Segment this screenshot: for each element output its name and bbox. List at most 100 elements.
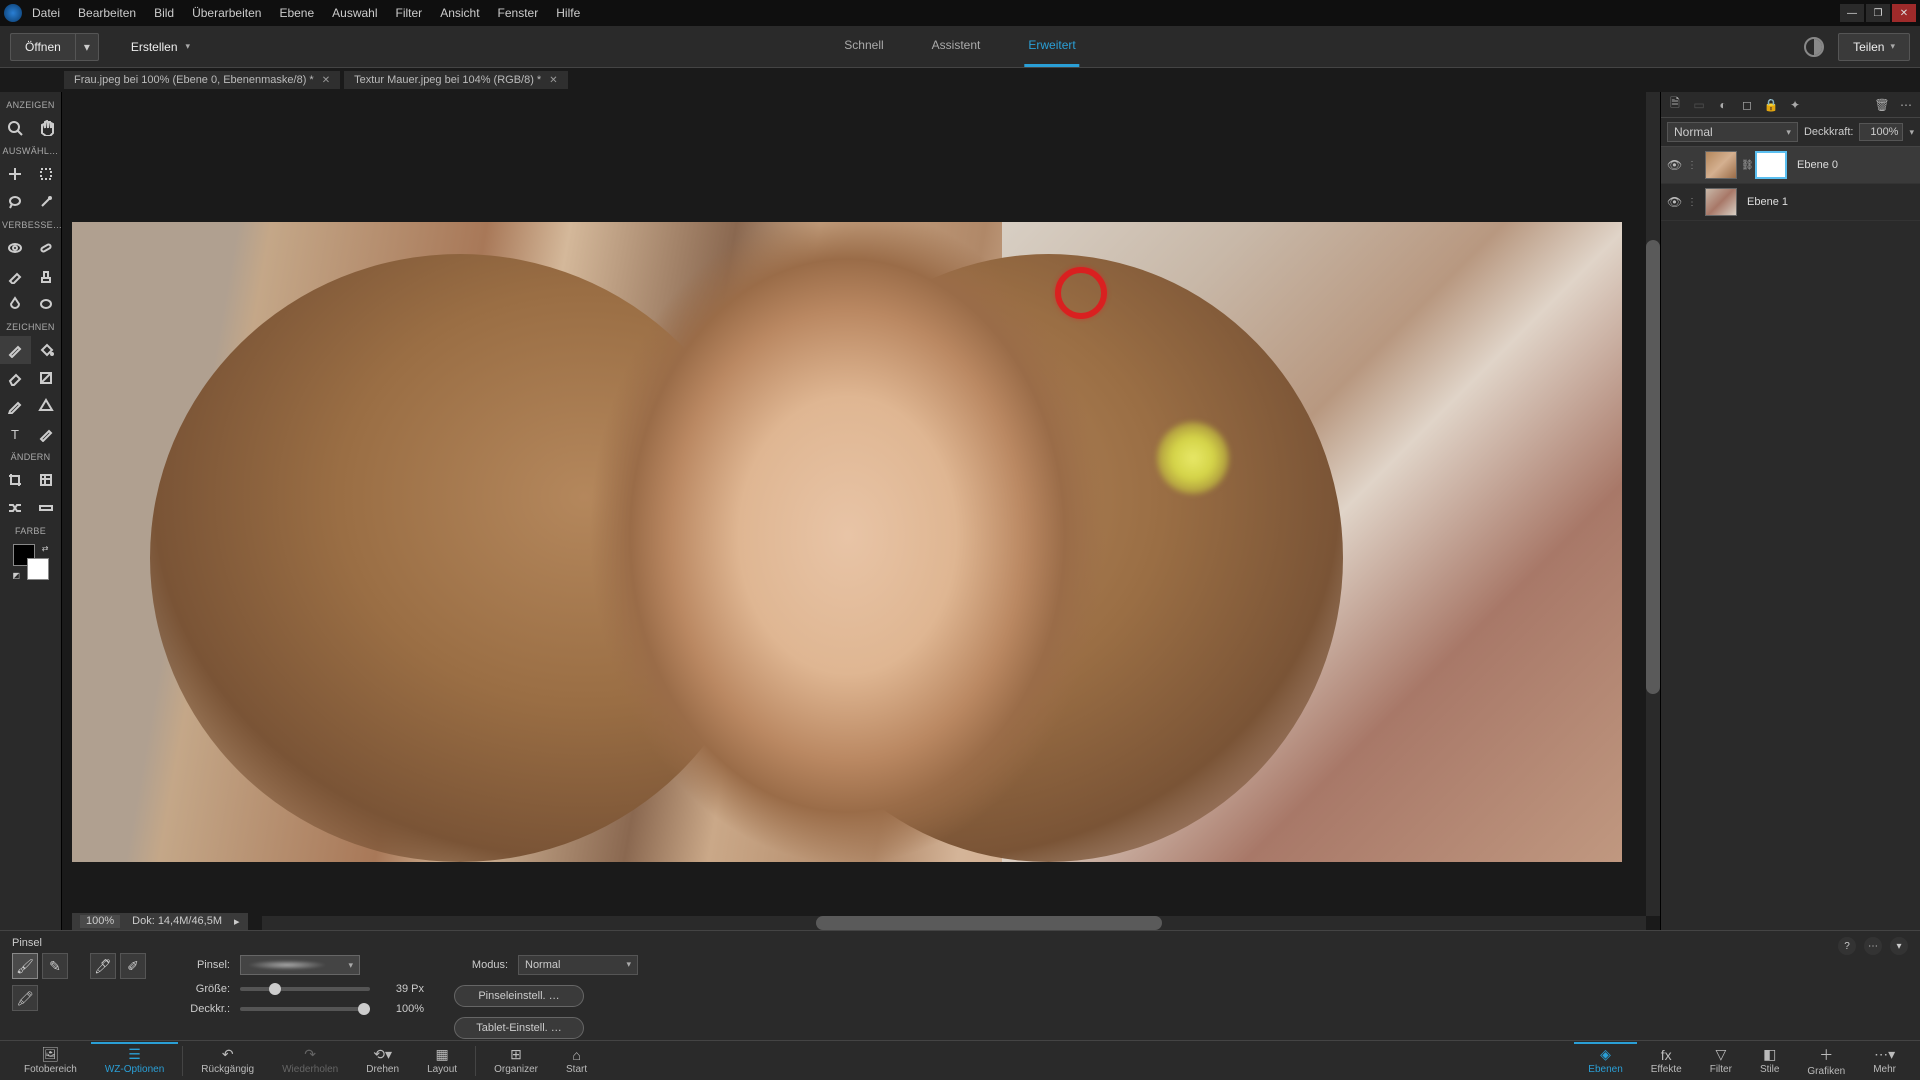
smart-brush-tool[interactable] (0, 262, 31, 290)
hand-tool[interactable] (31, 114, 62, 142)
blend-mode-brush-select[interactable]: Normal▾ (518, 955, 638, 975)
open-button[interactable]: Öffnen (10, 33, 75, 61)
tab-assistant[interactable]: Assistent (928, 26, 985, 67)
marquee-tool[interactable] (31, 160, 62, 188)
straighten-tool[interactable] (31, 494, 62, 522)
sponge-tool[interactable] (31, 290, 62, 318)
redeye-tool[interactable] (0, 234, 31, 262)
move-tool[interactable] (0, 160, 31, 188)
options-menu-icon[interactable]: ⋯ (1864, 937, 1882, 955)
close-icon[interactable]: ✕ (549, 75, 557, 86)
bb-grafiken[interactable]: ＋Grafiken (1793, 1043, 1859, 1079)
layer-thumb[interactable] (1705, 151, 1737, 179)
bb-start[interactable]: ⌂Start (552, 1045, 601, 1077)
brush-variant-2[interactable]: ✎ (42, 953, 68, 979)
menu-bild[interactable]: Bild (154, 6, 174, 20)
layer-name[interactable]: Ebene 1 (1747, 196, 1788, 208)
bb-filter[interactable]: ▽Filter (1696, 1044, 1746, 1077)
menu-auswahl[interactable]: Auswahl (332, 6, 377, 20)
bb-wzoptionen[interactable]: ☰WZ-Optionen (91, 1042, 178, 1077)
color-swatches[interactable]: ⇄ ◩ (13, 544, 49, 580)
minimize-button[interactable]: — (1840, 4, 1864, 22)
zoom-percent[interactable]: 100% (80, 915, 120, 928)
menu-filter[interactable]: Filter (396, 6, 423, 20)
bb-ebenen[interactable]: ◈Ebenen (1574, 1042, 1636, 1077)
size-slider-thumb[interactable] (269, 983, 281, 995)
share-button[interactable]: Teilen▾ (1838, 33, 1910, 61)
mask-link-icon[interactable]: ⛓ (1741, 160, 1751, 171)
menu-bearbeiten[interactable]: Bearbeiten (78, 6, 136, 20)
vertical-scrollbar[interactable] (1646, 92, 1660, 916)
bb-redo[interactable]: ↷Wiederholen (268, 1044, 352, 1077)
horizontal-scroll-thumb[interactable] (816, 916, 1162, 930)
layer-row-0[interactable]: 👁 ⋮ ⛓ Ebene 0 (1661, 147, 1920, 184)
opacity-caret[interactable]: ▾ (1909, 127, 1914, 138)
blend-mode-select[interactable]: Normal▾ (1667, 122, 1798, 142)
blur-tool[interactable] (0, 290, 31, 318)
spot-heal-tool[interactable] (31, 234, 62, 262)
help-icon[interactable]: ? (1838, 937, 1856, 955)
link-icon[interactable]: ⋮ (1687, 197, 1701, 208)
canvas-area[interactable]: 100% Dok: 14,4M/46,5M ▸ (62, 92, 1660, 930)
brush-preset-picker[interactable]: ▾ (240, 955, 360, 975)
doc-info-caret[interactable]: ▸ (234, 915, 240, 928)
wand-tool[interactable] (31, 188, 62, 216)
layer-thumb[interactable] (1705, 188, 1737, 216)
menu-ansicht[interactable]: Ansicht (440, 6, 479, 20)
bb-stile[interactable]: ◧Stile (1746, 1044, 1793, 1077)
menu-hilfe[interactable]: Hilfe (556, 6, 580, 20)
horizontal-scrollbar[interactable] (262, 916, 1646, 930)
menu-datei[interactable]: Datei (32, 6, 60, 20)
theme-toggle-icon[interactable] (1804, 37, 1824, 57)
tab-advanced[interactable]: Erweitert (1024, 26, 1079, 67)
close-icon[interactable]: ✕ (322, 75, 330, 86)
create-dropdown[interactable]: Erstellen▾ (119, 34, 202, 60)
bb-layout[interactable]: ▦Layout (413, 1044, 471, 1077)
text-tool[interactable]: T (0, 420, 31, 448)
brush-variant-3[interactable]: 🖊 (90, 953, 116, 979)
menu-fenster[interactable]: Fenster (498, 6, 539, 20)
visibility-icon[interactable]: 👁 (1667, 158, 1683, 172)
visibility-icon[interactable]: 👁 (1667, 195, 1683, 209)
bucket-tool[interactable] (31, 336, 62, 364)
default-colors-icon[interactable]: ◩ (13, 571, 21, 580)
tablet-settings-button[interactable]: Tablet-Einstell. … (454, 1017, 584, 1039)
size-slider[interactable] (240, 987, 370, 991)
eraser-tool[interactable] (0, 364, 31, 392)
new-group-icon[interactable]: ▭ (1691, 97, 1707, 113)
close-button[interactable]: ✕ (1892, 4, 1916, 22)
canvas-image[interactable] (72, 222, 1622, 862)
zoom-tool[interactable] (0, 114, 31, 142)
pen-tool[interactable] (31, 420, 62, 448)
gradient-tool[interactable] (31, 364, 62, 392)
doc-tab-0[interactable]: Frau.jpeg bei 100% (Ebene 0, Ebenenmaske… (64, 71, 340, 89)
recompose-tool[interactable] (31, 466, 62, 494)
lasso-tool[interactable] (0, 188, 31, 216)
bb-rotate[interactable]: ⟲▾Drehen (352, 1044, 413, 1077)
brush-tool[interactable] (0, 336, 31, 364)
trash-icon[interactable]: 🗑 (1874, 97, 1890, 113)
size-value[interactable]: 39 Px (380, 983, 424, 995)
bb-fotobereich[interactable]: 🖼Fotobereich (10, 1044, 91, 1077)
fx-icon[interactable]: ✦ (1787, 97, 1803, 113)
tab-quick[interactable]: Schnell (840, 26, 887, 67)
opacity-value[interactable]: 100% (1859, 123, 1903, 141)
layer-row-1[interactable]: 👁 ⋮ Ebene 1 (1661, 184, 1920, 221)
vertical-scroll-thumb[interactable] (1646, 240, 1660, 693)
link-icon[interactable]: ⋮ (1687, 160, 1701, 171)
menu-ebene[interactable]: Ebene (279, 6, 314, 20)
open-dropdown-caret[interactable]: ▾ (75, 33, 99, 61)
bb-effekte[interactable]: fxEffekte (1637, 1045, 1696, 1077)
opacity-slider-thumb[interactable] (358, 1003, 370, 1015)
collapse-icon[interactable]: ▾ (1890, 937, 1908, 955)
crop-tool[interactable] (0, 466, 31, 494)
opacity-slider[interactable] (240, 1007, 370, 1011)
new-layer-icon[interactable]: 🗎 (1667, 97, 1683, 113)
move-content-tool[interactable] (0, 494, 31, 522)
background-color[interactable] (27, 558, 49, 580)
brush-variant-1[interactable]: 🖌 (12, 953, 38, 979)
brush-settings-button[interactable]: Pinseleinstell. … (454, 985, 584, 1007)
maximize-button[interactable]: ❐ (1866, 4, 1890, 22)
shape-tool[interactable] (31, 392, 62, 420)
adjustment-layer-icon[interactable]: ◐ (1715, 97, 1731, 113)
